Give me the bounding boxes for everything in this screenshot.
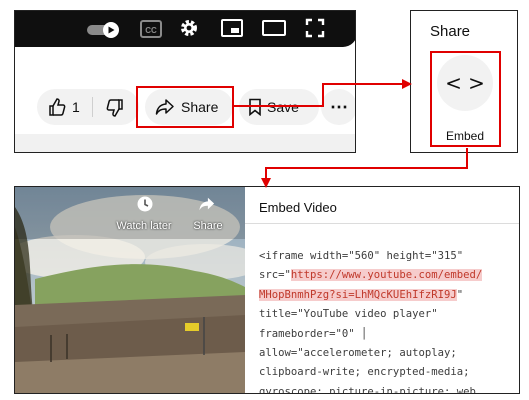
arrow-embed-to-code bbox=[265, 148, 468, 180]
arrowhead-share-to-dialog bbox=[402, 79, 412, 89]
arrow-share-to-dialog bbox=[233, 83, 402, 107]
flow-arrows bbox=[233, 79, 468, 188]
arrowhead-embed-to-code bbox=[261, 178, 271, 188]
